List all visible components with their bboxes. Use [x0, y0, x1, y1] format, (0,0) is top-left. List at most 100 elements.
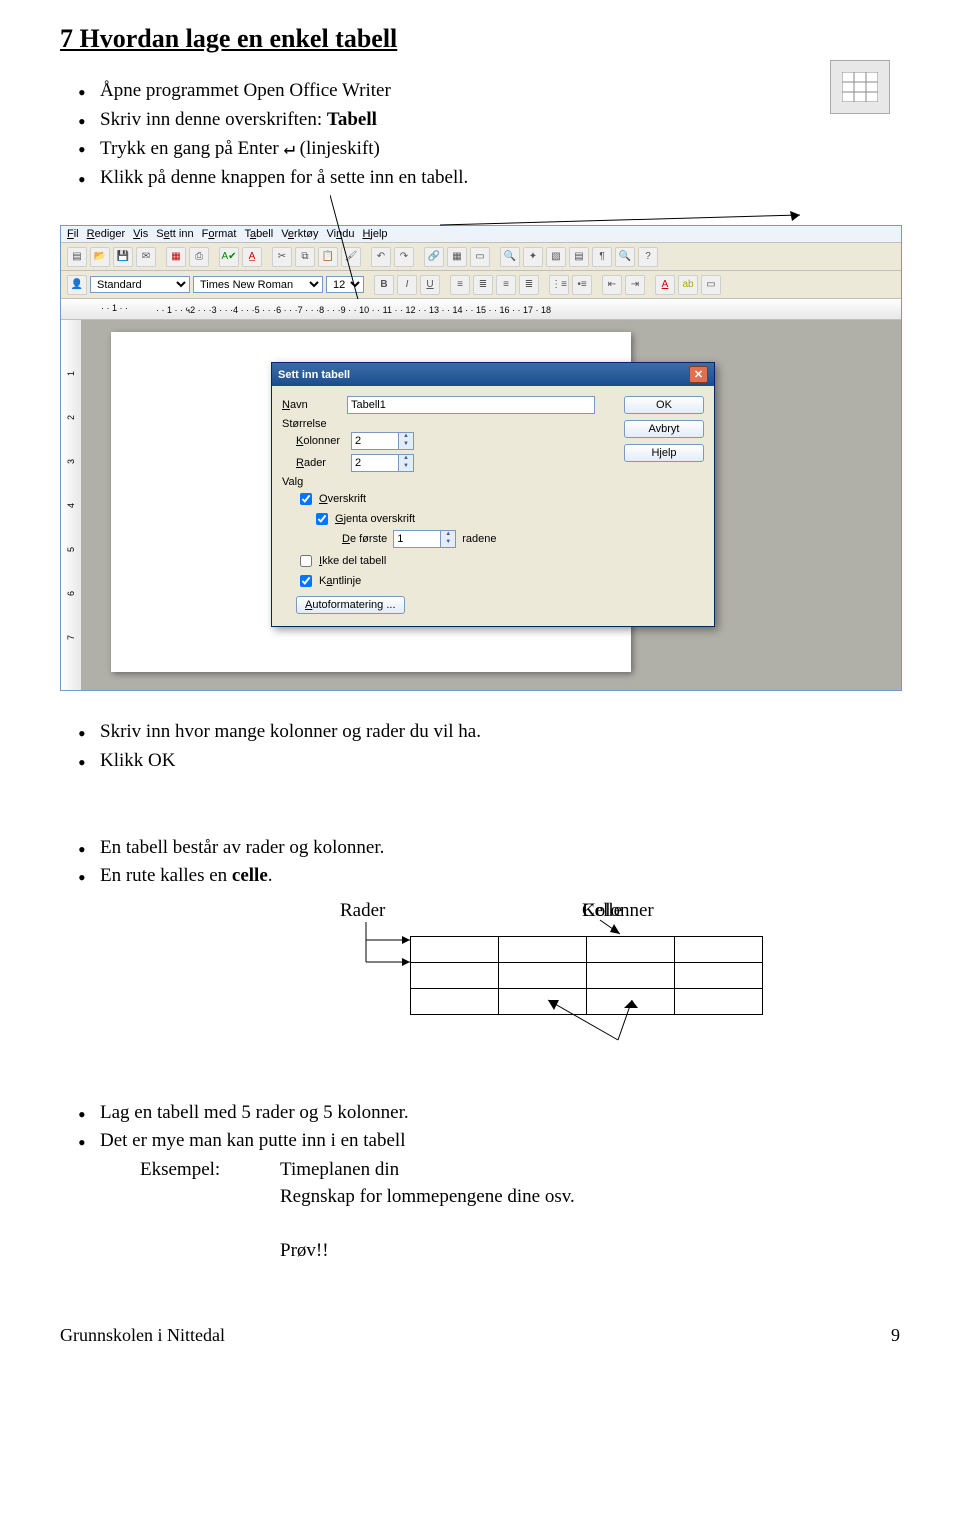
- close-icon[interactable]: ✕: [689, 366, 708, 383]
- redo-icon[interactable]: ↷: [394, 247, 414, 267]
- avbryt-button[interactable]: Avbryt: [624, 420, 704, 438]
- ok-button[interactable]: OK: [624, 396, 704, 414]
- underline-icon[interactable]: U: [420, 275, 440, 295]
- kolonner-spinner[interactable]: ▲▼: [351, 432, 414, 450]
- page-footer: Grunnskolen i Nittedal 9: [60, 1325, 900, 1346]
- deforste-suffix: radene: [462, 533, 496, 545]
- menu-item[interactable]: Format: [202, 228, 237, 240]
- dialog-titlebar[interactable]: Sett inn tabell ✕: [272, 363, 714, 386]
- valg-label: Valg: [282, 476, 614, 488]
- brush-icon[interactable]: 🖌: [341, 247, 361, 267]
- text: (linjeskift): [295, 138, 380, 159]
- spin-down-icon[interactable]: ▼: [399, 441, 413, 449]
- bullet-list-icon[interactable]: •≡: [572, 275, 592, 295]
- intro-item: Skriv inn denne overskriften: Tabell: [78, 107, 900, 134]
- align-center-icon[interactable]: ≣: [473, 275, 493, 295]
- chart-icon[interactable]: ▭: [470, 247, 490, 267]
- menu-item[interactable]: Fil: [67, 228, 79, 240]
- overskrift-checkbox[interactable]: Overskrift: [282, 490, 614, 508]
- menu-item[interactable]: Sett inn: [156, 228, 193, 240]
- cut-icon[interactable]: ✂: [272, 247, 292, 267]
- prov-text: Prøv!!: [100, 1238, 900, 1265]
- deforste-spinner[interactable]: ▲▼: [393, 530, 456, 548]
- outro-list: Lag en tabell med 5 rader og 5 kolonner.…: [60, 1100, 900, 1265]
- intro-item: Klikk på denne knappen for å sette inn e…: [78, 165, 900, 192]
- undo-icon[interactable]: ↶: [371, 247, 391, 267]
- fontsize-select[interactable]: 12: [326, 276, 364, 293]
- example-table: [410, 936, 763, 1015]
- menu-item[interactable]: Verktøy: [281, 228, 318, 240]
- spin-up-icon[interactable]: ▲: [441, 531, 455, 539]
- example-item: Regnskap for lommepengene dine osv.: [280, 1184, 575, 1211]
- list-item: Skriv inn hvor mange kolonner og rader d…: [78, 719, 900, 746]
- spin-up-icon[interactable]: ▲: [399, 455, 413, 463]
- autoformat-button[interactable]: Autoformatering ...: [296, 596, 405, 614]
- enter-symbol: ↵: [283, 137, 294, 159]
- text: Trykk en gang på Enter: [100, 138, 283, 159]
- openoffice-writer-window: Fil Rediger Vis Sett inn Format Tabell V…: [60, 225, 902, 691]
- align-right-icon[interactable]: ≡: [496, 275, 516, 295]
- align-left-icon[interactable]: ≡: [450, 275, 470, 295]
- copy-icon[interactable]: ⧉: [295, 247, 315, 267]
- spin-down-icon[interactable]: ▼: [441, 539, 455, 547]
- autospell-icon[interactable]: A̲: [242, 247, 262, 267]
- formatting-toolbar: 👤 Standard Times New Roman 12 B I U ≡ ≣ …: [61, 271, 901, 299]
- font-color-icon[interactable]: A: [655, 275, 675, 295]
- menu-item[interactable]: Tabell: [244, 228, 273, 240]
- mid-list-1: Skriv inn hvor mange kolonner og rader d…: [60, 719, 900, 774]
- paste-icon[interactable]: 📋: [318, 247, 338, 267]
- menu-item[interactable]: Rediger: [87, 228, 126, 240]
- standard-toolbar: ▤ 📂 💾 ✉ ▦ ⎙ A✔ A̲ ✂ ⧉ 📋 🖌 ↶ ↷ 🔗 ▦ ▭ 🔍 ✦: [61, 243, 901, 271]
- spin-down-icon[interactable]: ▼: [399, 463, 413, 471]
- dialog-title: Sett inn tabell: [278, 369, 350, 381]
- vertical-ruler[interactable]: 1 2 3 4 5 6 7: [61, 320, 81, 690]
- styles-icon[interactable]: 👤: [67, 275, 87, 295]
- list-item: Klikk OK: [78, 748, 900, 775]
- highlight-icon[interactable]: ab: [678, 275, 698, 295]
- gjenta-checkbox[interactable]: Gjenta overskrift: [282, 510, 614, 528]
- new-icon[interactable]: ▤: [67, 247, 87, 267]
- menu-item[interactable]: Vis: [133, 228, 148, 240]
- rader-input[interactable]: [351, 454, 399, 472]
- bgcolor-icon[interactable]: ▭: [701, 275, 721, 295]
- font-select[interactable]: Times New Roman: [193, 276, 323, 293]
- table-icon[interactable]: ▦: [447, 247, 467, 267]
- italic-icon[interactable]: I: [397, 275, 417, 295]
- bold-icon[interactable]: B: [374, 275, 394, 295]
- mid-list-2: En tabell består av rader og kolonner. E…: [60, 835, 900, 890]
- email-icon[interactable]: ✉: [136, 247, 156, 267]
- deforste-label: De første: [342, 533, 387, 545]
- spin-up-icon[interactable]: ▲: [399, 433, 413, 441]
- text: Skriv inn denne overskriften:: [100, 109, 327, 130]
- deforste-input[interactable]: [393, 530, 441, 548]
- kolonner-input[interactable]: [351, 432, 399, 450]
- gallery-icon[interactable]: ▧: [546, 247, 566, 267]
- pdf-icon[interactable]: ▦: [166, 247, 186, 267]
- increase-indent-icon[interactable]: ⇥: [625, 275, 645, 295]
- menu-item[interactable]: Vindu: [327, 228, 355, 240]
- find-icon[interactable]: 🔍: [500, 247, 520, 267]
- style-select[interactable]: Standard: [90, 276, 190, 293]
- ikkedel-checkbox[interactable]: Ikke del tabell: [282, 552, 614, 570]
- align-justify-icon[interactable]: ≣: [519, 275, 539, 295]
- text: En rute kalles en: [100, 865, 232, 886]
- rader-spinner[interactable]: ▲▼: [351, 454, 414, 472]
- zoom-icon[interactable]: 🔍: [615, 247, 635, 267]
- help-icon[interactable]: ?: [638, 247, 658, 267]
- save-icon[interactable]: 💾: [113, 247, 133, 267]
- horizontal-ruler[interactable]: · · 1 · · · · 1 · · ५2 · · ·3 · · ·4 · ·…: [61, 299, 901, 320]
- hjelp-button[interactable]: Hjelp: [624, 444, 704, 462]
- nonprinting-icon[interactable]: ¶: [592, 247, 612, 267]
- print-icon[interactable]: ⎙: [189, 247, 209, 267]
- kantlinje-checkbox[interactable]: Kantlinje: [282, 572, 614, 590]
- open-icon[interactable]: 📂: [90, 247, 110, 267]
- decrease-indent-icon[interactable]: ⇤: [602, 275, 622, 295]
- intro-item: Trykk en gang på Enter ↵ (linjeskift): [78, 135, 900, 163]
- navn-input[interactable]: [347, 396, 595, 414]
- navigator-icon[interactable]: ✦: [523, 247, 543, 267]
- numbered-list-icon[interactable]: ⋮≡: [549, 275, 569, 295]
- datasources-icon[interactable]: ▤: [569, 247, 589, 267]
- spellcheck-icon[interactable]: A✔: [219, 247, 239, 267]
- menu-item[interactable]: Hjelp: [362, 228, 387, 240]
- hyperlink-icon[interactable]: 🔗: [424, 247, 444, 267]
